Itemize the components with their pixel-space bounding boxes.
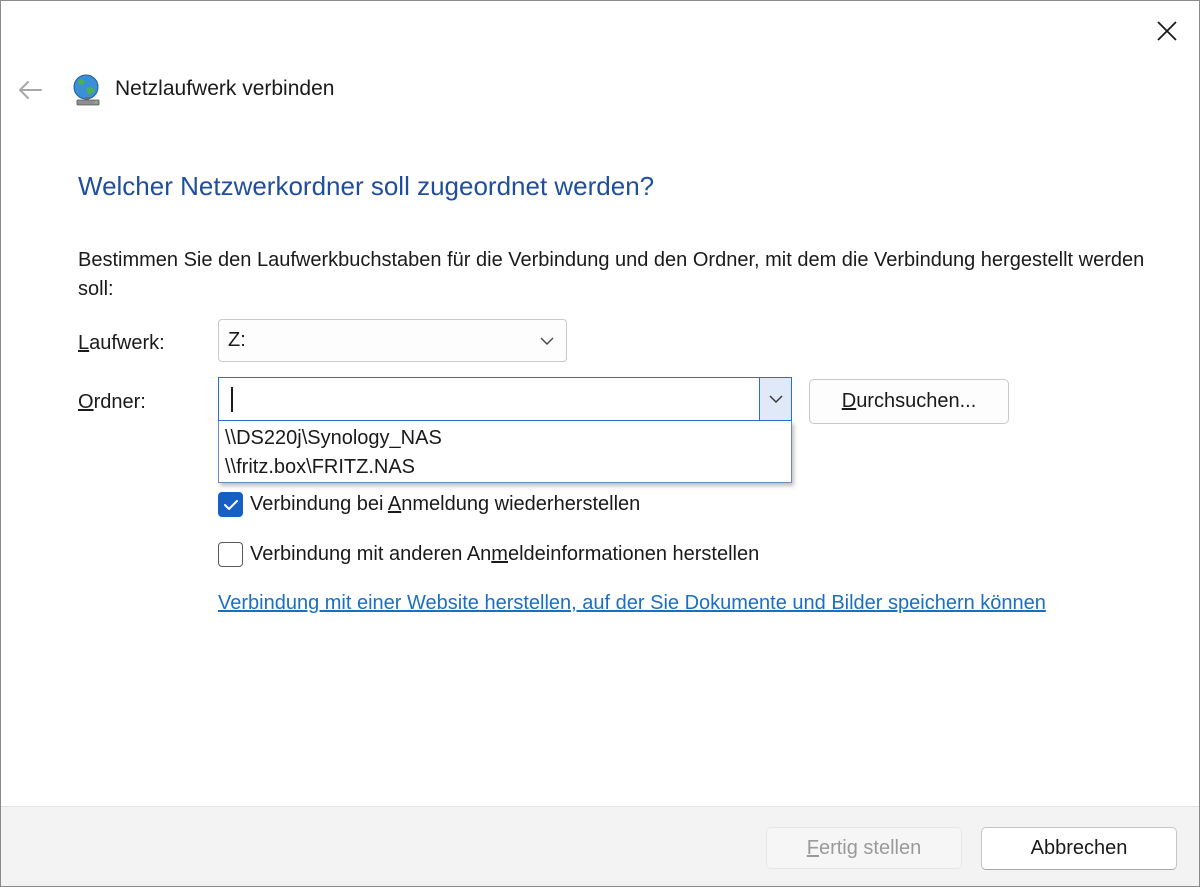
- folder-input[interactable]: [219, 378, 760, 420]
- folder-history-list: \\DS220j\Synology_NAS \\fritz.box\FRITZ.…: [218, 421, 792, 483]
- close-button[interactable]: [1141, 9, 1193, 53]
- website-connection-link[interactable]: Verbindung mit einer Website herstellen,…: [218, 589, 1138, 618]
- checkbox-checked[interactable]: [218, 492, 243, 517]
- other-credentials-label: Verbindung mit anderen Anmeldeinformatio…: [250, 543, 760, 565]
- chevron-down-icon: [769, 395, 782, 403]
- drive-label: Laufwerk:: [78, 332, 165, 354]
- list-item[interactable]: \\fritz.box\FRITZ.NAS: [219, 453, 791, 482]
- checkbox-unchecked[interactable]: [218, 542, 243, 567]
- map-network-drive-dialog: Netzlaufwerk verbinden Welcher Netzwerko…: [0, 0, 1200, 887]
- folder-label: Ordner:: [78, 391, 146, 413]
- back-button[interactable]: [13, 73, 47, 107]
- window-title: Netzlaufwerk verbinden: [115, 77, 335, 100]
- reconnect-label: Verbindung bei Anmeldung wiederherstelle…: [250, 493, 641, 515]
- folder-combobox[interactable]: [218, 377, 792, 421]
- back-arrow-icon: [19, 81, 42, 99]
- dialog-footer: Fertig stellen Abbrechen: [1, 806, 1199, 886]
- drive-letter-select[interactable]: Z:: [218, 319, 567, 362]
- reconnect-at-signin-checkbox[interactable]: Verbindung bei Anmeldung wiederherstelle…: [218, 492, 640, 517]
- browse-button[interactable]: Durchsuchen...: [809, 379, 1009, 424]
- network-drive-globe-icon: [73, 74, 100, 106]
- checkmark-icon: [223, 499, 238, 510]
- instructions-text: Bestimmen Sie den Laufwerkbuchstaben für…: [78, 249, 1145, 300]
- other-credentials-checkbox[interactable]: Verbindung mit anderen Anmeldeinformatio…: [218, 542, 759, 567]
- finish-button[interactable]: Fertig stellen: [766, 827, 962, 869]
- folder-dropdown-button[interactable]: [759, 378, 791, 420]
- close-icon: [1157, 21, 1177, 41]
- text-caret: [231, 387, 233, 412]
- page-heading: Welcher Netzwerkordner soll zugeordnet w…: [78, 171, 655, 201]
- chevron-down-icon: [540, 337, 554, 345]
- list-item[interactable]: \\DS220j\Synology_NAS: [219, 424, 791, 453]
- cancel-button[interactable]: Abbrechen: [981, 827, 1177, 870]
- drive-letter-value: Z:: [228, 329, 246, 351]
